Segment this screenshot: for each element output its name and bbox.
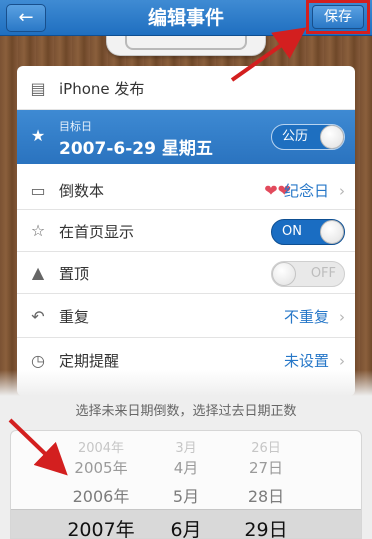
target-date-value: 2007-6-29 星期五 [59, 139, 213, 159]
toggle-off-label: OFF [310, 266, 336, 281]
page-title: 编辑事件 [147, 7, 224, 29]
picker-day-option[interactable]: 27日 [236, 457, 296, 478]
event-card: ▤ iPhone 发布 ★ 目标日 2007-6-29 星期五 公历 ▭ 倒数本… [17, 66, 355, 396]
picker-day-selected[interactable]: 29日 [236, 515, 296, 538]
picker-year-option[interactable]: 2006年 [51, 483, 151, 507]
picker-year-option[interactable]: 2005年 [51, 457, 151, 478]
picker-month-selected[interactable]: 6月 [161, 515, 211, 538]
target-date-row[interactable]: ★ 目标日 2007-6-29 星期五 公历 [17, 110, 355, 164]
picker-month-option[interactable]: 4月 [161, 457, 211, 478]
show-on-homepage-toggle[interactable]: ON [271, 219, 345, 245]
event-name: iPhone 发布 [59, 80, 145, 98]
repeat-value: 不重复 [283, 308, 329, 326]
date-picker-panel: 选择未来日期倒数，选择过去日期正数 2004年 2005年 2006年 2007… [0, 396, 372, 539]
picker-year-option[interactable]: 2004年 [51, 437, 151, 456]
save-button[interactable]: 保存 [312, 5, 364, 29]
countdown-book-label: 倒数本 [59, 182, 105, 200]
picker-month-option[interactable]: 5月 [161, 483, 211, 507]
pin-to-top-label: 置顶 [59, 265, 90, 283]
show-on-homepage-label: 在首页显示 [59, 223, 135, 241]
countdown-book-value: 纪念日 [283, 182, 329, 200]
chevron-right-icon: › [339, 182, 345, 200]
picker-month-option[interactable]: 3月 [161, 437, 211, 456]
date-picker[interactable]: 2004年 2005年 2006年 2007年 3月 4月 5月 6月 26日 … [10, 430, 362, 539]
star-outline-icon: ☆ [30, 221, 46, 240]
briefcase-icon: ▤ [30, 79, 46, 98]
calendar-type-toggle[interactable]: 公历 [271, 124, 345, 150]
toggle-knob [320, 220, 344, 244]
save-button-highlight: 保存 [306, 0, 370, 34]
pin-top-icon: ▲ [31, 263, 45, 282]
back-button[interactable]: ← [6, 4, 46, 32]
picker-day-option[interactable]: 26日 [236, 437, 296, 456]
clipboard-clip [106, 36, 266, 56]
left-arrow-icon: ← [18, 7, 34, 28]
picker-day-option[interactable]: 28日 [236, 483, 296, 507]
repeat-row[interactable]: ↶ 重复 不重复 › [17, 296, 355, 338]
calendar-type-label: 公历 [282, 129, 309, 144]
toggle-knob [320, 125, 344, 149]
pin-to-top-toggle[interactable]: OFF [271, 261, 345, 287]
toggle-on-label: ON [282, 224, 302, 239]
picker-year-selected[interactable]: 2007年 [51, 515, 151, 538]
repeat-label: 重复 [59, 308, 90, 326]
card-fade [0, 370, 372, 396]
target-date-label: 目标日 [59, 120, 92, 133]
calendar-star-icon: ★ [30, 126, 46, 145]
book-icon: ▭ [30, 181, 46, 200]
pin-to-top-row: ▲ 置顶 OFF [17, 254, 355, 294]
repeat-icon: ↶ [31, 307, 45, 326]
navigation-bar: ← 编辑事件 保存 [0, 0, 372, 36]
event-name-row[interactable]: ▤ iPhone 发布 [17, 68, 355, 110]
chevron-right-icon: › [339, 308, 345, 326]
picker-hint: 选择未来日期倒数，选择过去日期正数 [75, 404, 297, 419]
alarm-clock-icon: ◷ [31, 351, 45, 370]
countdown-book-row[interactable]: ▭ 倒数本 ❤❤ 纪念日 › [17, 172, 355, 210]
show-on-homepage-row: ☆ 在首页显示 ON [17, 212, 355, 252]
toggle-knob [272, 262, 296, 286]
